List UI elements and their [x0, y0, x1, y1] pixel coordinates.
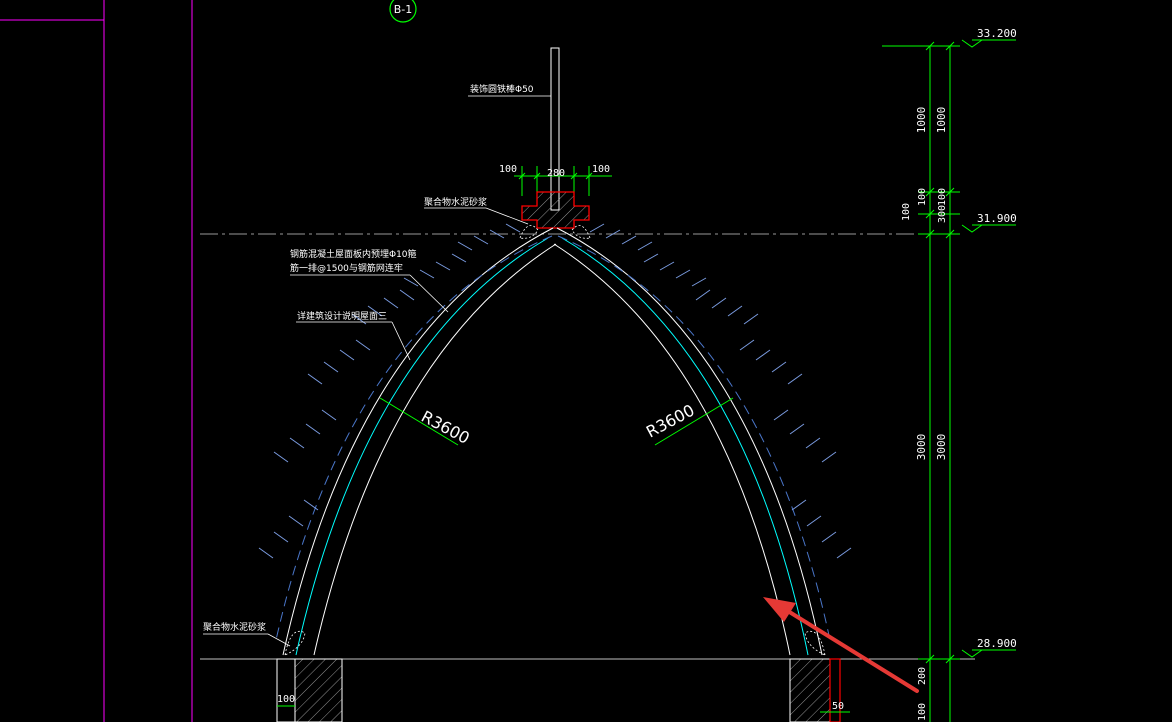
radius-left-label: R3600: [418, 407, 473, 448]
elevation-base-label: 28.900: [977, 637, 1017, 650]
dim-inner-4: 3000: [935, 434, 948, 461]
decorative-rod: [550, 47, 560, 211]
elevation-mid-label: 31.900: [977, 212, 1017, 225]
tiles-right: [589, 223, 852, 559]
dim-outer-3: 100: [901, 203, 912, 221]
dim-inner-3: 300: [937, 205, 948, 223]
dim-top-right: 100: [592, 164, 610, 175]
vertical-dimension-text: 1000 1000 100 100 100 300 3000 3000 200 …: [901, 107, 948, 721]
dim-inner-1: 1000: [935, 107, 948, 134]
dim-outer-4: 3000: [915, 434, 928, 461]
dim-outer-1: 1000: [915, 107, 928, 134]
dim-top-left: 100: [499, 164, 517, 175]
dim-outer-5: 200: [917, 667, 928, 685]
elevation-top-label: 33.200: [977, 27, 1017, 40]
label-mortar-top: 聚合物水泥砂浆: [424, 196, 487, 208]
roof-arch-left: [275, 227, 557, 656]
axis-lines: [0, 0, 193, 722]
callout-leaders: [203, 95, 551, 647]
elevation-base: 28.900: [961, 637, 1017, 658]
dim-outer-2: 100: [917, 188, 928, 206]
dim-bottom-right: 50: [832, 701, 844, 712]
reference-lines: [200, 233, 975, 660]
cad-drawing-canvas[interactable]: B-1 1000 1000 100 100 100 300 3000 3000 …: [0, 0, 1172, 722]
dim-inner-2: 100: [937, 188, 948, 206]
section-marker-label: B-1: [394, 3, 413, 16]
label-roof-note: 详建筑设计说明屋面三: [297, 310, 387, 322]
tiles-left: [258, 223, 521, 559]
base-mortar: [284, 630, 826, 656]
label-steel-line-1: 钢筋混凝土屋面板内预埋Φ10箍: [290, 248, 417, 260]
label-decorative-rod: 装饰圆铁棒Φ50: [470, 83, 534, 95]
elevation-top: 33.200: [961, 27, 1017, 48]
dim-bottom-left: 100: [277, 694, 295, 705]
base-wall-left: [276, 658, 343, 722]
dim-inner-5: 100: [917, 703, 928, 721]
roof-arch-right: [553, 227, 831, 656]
dim-top-center: 280: [547, 168, 565, 179]
label-steel-line-2: 筋一排@1500与钢筋网连牢: [290, 262, 403, 274]
label-mortar-bottom: 聚合物水泥砂浆: [203, 621, 266, 633]
section-marker: B-1: [389, 0, 417, 23]
elevation-mid: 31.900: [961, 212, 1017, 233]
base-wall-right: [789, 658, 850, 722]
ridge-cap-block: [521, 191, 590, 229]
vertical-dimension-chains: [882, 41, 960, 722]
